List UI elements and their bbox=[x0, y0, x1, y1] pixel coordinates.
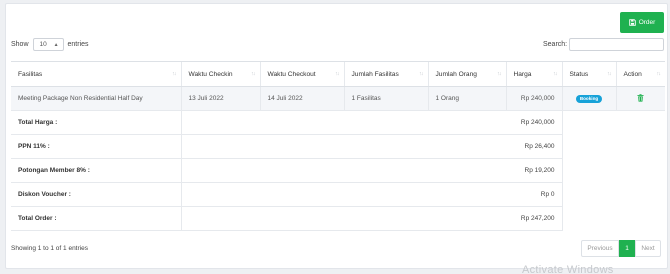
cell-checkin: 13 Juli 2022 bbox=[180, 86, 260, 111]
summary-spacer bbox=[561, 206, 665, 231]
entries-length-select[interactable]: 10 ▲︎ bbox=[32, 38, 64, 51]
header-harga[interactable]: Harga ↑↓ bbox=[505, 61, 562, 87]
summary-value: Rp 0 bbox=[180, 182, 562, 207]
summary-row-total-harga: Total Harga : Rp 240,000 bbox=[11, 110, 665, 135]
summary-label: Total Harga : bbox=[11, 110, 181, 135]
cell-fasilitas: Meeting Package Non Residential Half Day bbox=[11, 86, 181, 111]
booking-table: Fasilitas ↑↓ Waktu Checkin ↑↓ Waktu Checko… bbox=[11, 61, 665, 231]
order-button[interactable]: Order bbox=[620, 12, 664, 33]
table-row: Meeting Package Non Residential Half Day… bbox=[11, 86, 665, 111]
cell-jumlah-fasilitas: 1 Fasilitas bbox=[343, 86, 428, 111]
search-control: Search: bbox=[543, 38, 665, 51]
cell-status: Booking bbox=[561, 86, 616, 111]
summary-label: PPN 11% : bbox=[11, 134, 181, 159]
sort-icon: ↑↓ bbox=[335, 71, 339, 77]
header-action[interactable]: Action ↑↓ bbox=[615, 61, 665, 87]
cell-jumlah-orang: 1 Orang bbox=[427, 86, 506, 111]
entries-length-control: Show 10 ▲︎ entries bbox=[11, 38, 89, 51]
page-1-button[interactable]: 1 bbox=[619, 240, 635, 257]
table-header-row: Fasilitas ↑↓ Waktu Checkin ↑↓ Waktu Checko… bbox=[11, 61, 665, 87]
cell-harga: Rp 240,000 bbox=[505, 86, 562, 111]
trash-icon[interactable] bbox=[637, 93, 644, 102]
sort-icon: ↑↓ bbox=[656, 71, 661, 77]
summary-value: Rp 240,000 bbox=[180, 110, 562, 135]
summary-label: Total Order : bbox=[11, 206, 181, 231]
order-button-label: Order bbox=[638, 19, 656, 26]
header-jumlah-orang[interactable]: Jumlah Orang ↑↓ bbox=[427, 61, 506, 87]
entries-label: entries bbox=[67, 41, 89, 48]
table-info: Showing 1 to 1 of 1 entries bbox=[11, 245, 88, 252]
header-status[interactable]: Status ↑↓ bbox=[561, 61, 616, 87]
sort-icon: ↑↓ bbox=[251, 71, 255, 77]
entries-length-value: 10 bbox=[39, 41, 47, 48]
summary-spacer bbox=[561, 134, 665, 159]
summary-value: Rp 26,400 bbox=[180, 134, 562, 159]
sort-icon: ↑↓ bbox=[553, 71, 557, 77]
summary-value: Rp 19,200 bbox=[180, 158, 562, 183]
activate-windows-watermark: Activate Windows bbox=[522, 264, 614, 274]
summary-spacer bbox=[561, 182, 665, 207]
sort-icon: ↑↓ bbox=[497, 71, 501, 77]
summary-row-potongan-member: Potongan Member 8% : Rp 19,200 bbox=[11, 158, 665, 183]
cell-action bbox=[615, 86, 665, 111]
summary-row-total-order: Total Order : Rp 247,200 bbox=[11, 206, 665, 231]
cell-checkout: 14 Juli 2022 bbox=[259, 86, 344, 111]
status-badge: Booking bbox=[575, 94, 603, 103]
summary-spacer bbox=[561, 110, 665, 135]
header-jumlah-fasilitas[interactable]: Jumlah Fasilitas ↑↓ bbox=[343, 61, 428, 87]
summary-label: Diskon Voucher : bbox=[11, 182, 181, 207]
pagination: Previous 1 Next bbox=[581, 240, 661, 257]
summary-spacer bbox=[561, 158, 665, 183]
summary-row-diskon-voucher: Diskon Voucher : Rp 0 bbox=[11, 182, 665, 207]
show-label: Show bbox=[11, 41, 29, 48]
summary-row-ppn: PPN 11% : Rp 26,400 bbox=[11, 134, 665, 159]
updown-chevron-icon: ▲︎ bbox=[53, 41, 59, 48]
search-label: Search: bbox=[543, 41, 568, 48]
header-waktu-checkout[interactable]: Waktu Checkout ↑↓ bbox=[259, 61, 344, 87]
sort-icon: ↑↓ bbox=[419, 71, 423, 77]
previous-page-button[interactable]: Previous bbox=[581, 240, 619, 257]
next-page-button[interactable]: Next bbox=[635, 240, 661, 257]
header-fasilitas[interactable]: Fasilitas ↑↓ bbox=[11, 61, 181, 87]
sort-icon: ↑↓ bbox=[172, 71, 176, 77]
sort-icon: ↑↓ bbox=[607, 71, 611, 77]
search-input[interactable] bbox=[569, 38, 665, 51]
summary-label: Potongan Member 8% : bbox=[11, 158, 181, 183]
header-waktu-checkin[interactable]: Waktu Checkin ↑↓ bbox=[180, 61, 260, 87]
summary-value: Rp 247,200 bbox=[180, 206, 562, 231]
save-icon bbox=[628, 19, 636, 26]
